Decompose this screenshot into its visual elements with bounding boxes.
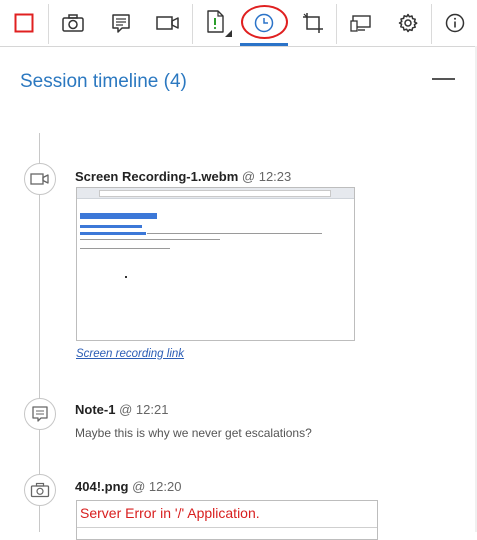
note-entry-node: [24, 398, 56, 430]
connect-device-button[interactable]: [337, 0, 384, 46]
record-video-button[interactable]: [144, 0, 191, 46]
entry-name: Note-1: [75, 402, 116, 417]
entry-title-video: Screen Recording-1.webm @ 12:23: [75, 169, 291, 184]
red-square-icon: [14, 13, 34, 33]
collapse-button[interactable]: [432, 78, 455, 80]
capture-screenshot-button[interactable]: [49, 0, 97, 46]
crop-button[interactable]: [289, 0, 336, 46]
document-exclamation-icon: [206, 10, 232, 37]
session-title: Session timeline (4): [20, 71, 187, 92]
gear-icon: [398, 13, 417, 33]
screenshot-preview[interactable]: Server Error in '/' Application.: [76, 500, 378, 540]
video-entry-node: [24, 163, 56, 195]
entry-time: @ 12:20: [132, 479, 182, 494]
error-heading: Server Error in '/' Application.: [80, 505, 260, 521]
active-tab-indicator: [240, 43, 288, 46]
stop-recording-button[interactable]: [0, 0, 48, 46]
toolbar: [0, 0, 477, 47]
screen-recording-link[interactable]: Screen recording link: [76, 348, 184, 360]
browser-chrome: [77, 188, 354, 199]
entry-time: @ 12:21: [119, 402, 169, 417]
entry-name: Screen Recording-1.webm: [75, 169, 239, 184]
note-icon: [111, 14, 130, 33]
screen-recording-thumbnail[interactable]: [76, 187, 355, 341]
info-icon: [445, 13, 464, 33]
camera-icon: [62, 14, 84, 32]
video-icon: [155, 16, 179, 30]
entry-time: @ 12:23: [241, 169, 292, 184]
timeline-highlight-circle: [241, 5, 288, 39]
entry-name: 404!.png: [75, 479, 129, 494]
note-text: Maybe this is why we never get escalatio…: [75, 426, 312, 440]
settings-button[interactable]: [384, 0, 431, 46]
entry-title-screenshot: 404!.png @ 12:20: [75, 479, 181, 494]
device-icon: [349, 15, 371, 32]
crop-icon: [302, 13, 323, 33]
note-icon: [32, 406, 48, 422]
add-note-button[interactable]: [97, 0, 144, 46]
camera-icon: [30, 482, 50, 498]
export-session-button[interactable]: [193, 0, 240, 46]
info-button[interactable]: [432, 0, 477, 46]
entry-title-note: Note-1 @ 12:21: [75, 402, 168, 417]
video-icon: [30, 173, 49, 185]
screenshot-entry-node: [24, 474, 56, 506]
